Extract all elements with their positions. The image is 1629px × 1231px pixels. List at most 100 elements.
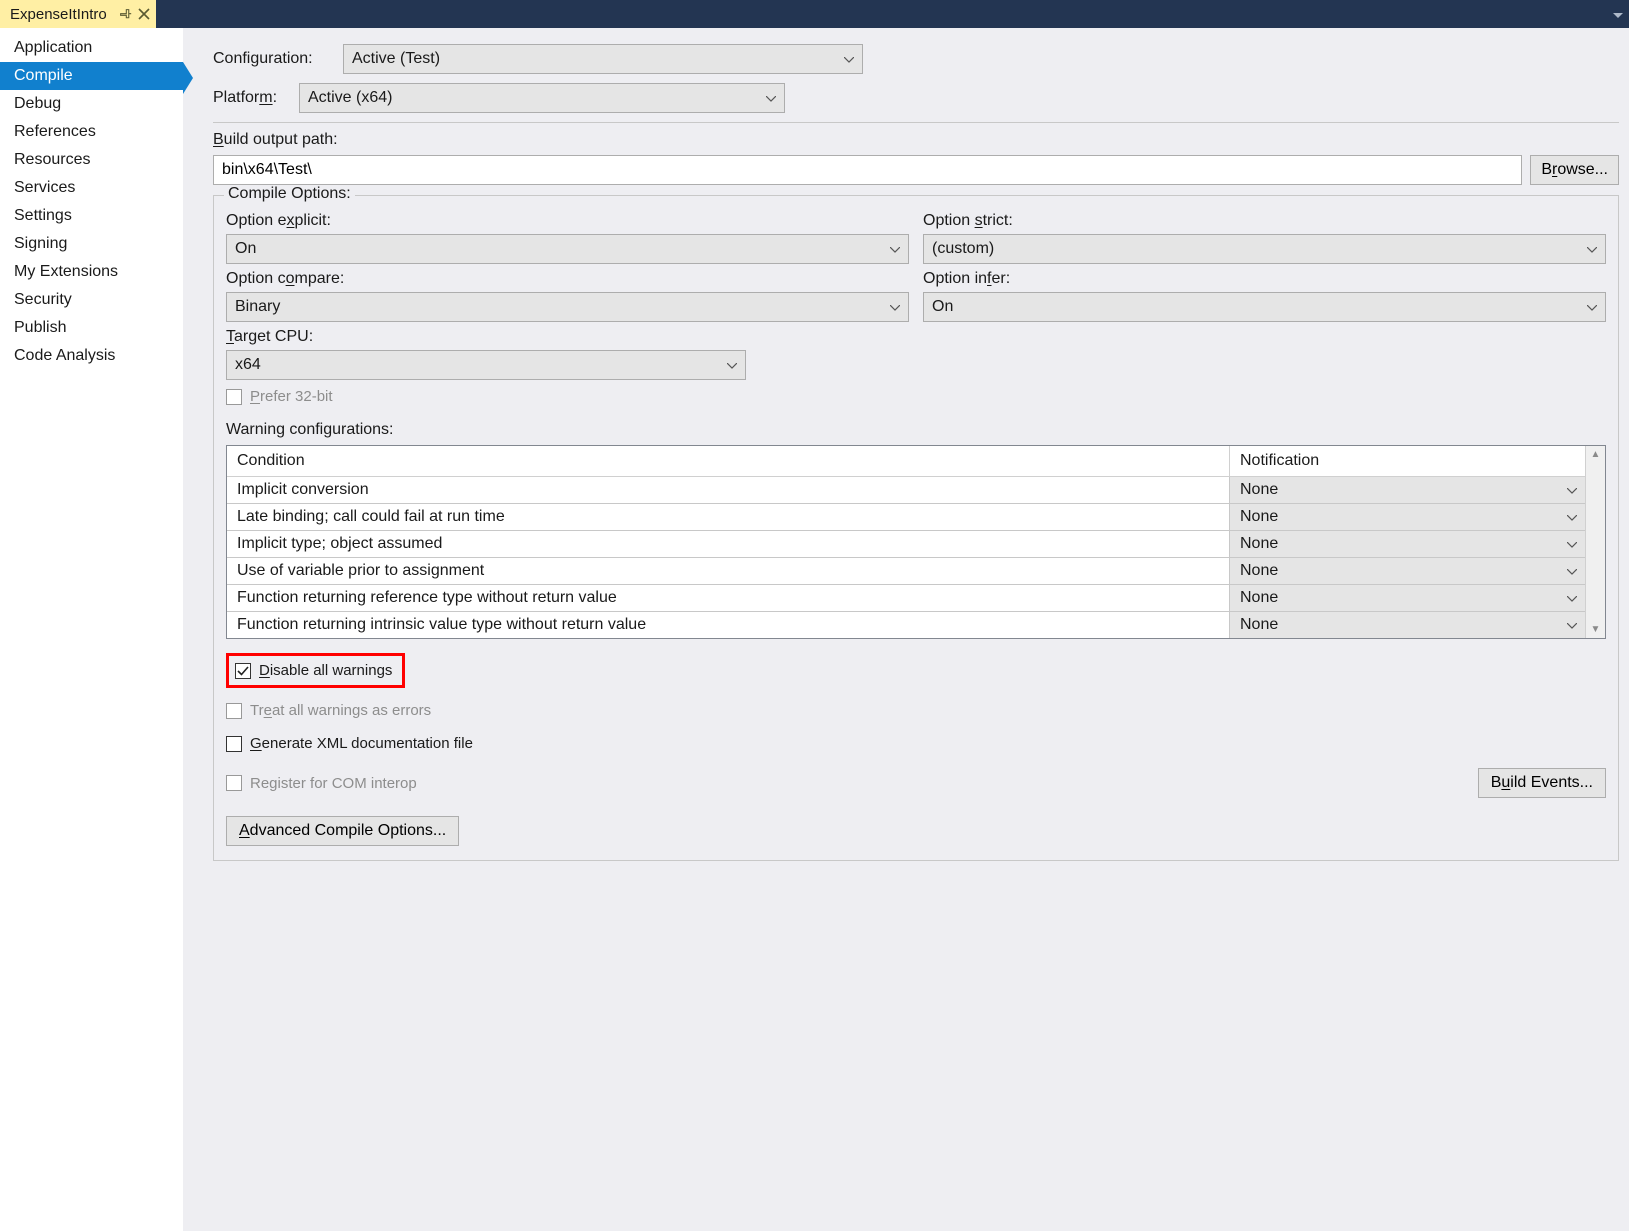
tab-title: ExpenseItIntro — [10, 6, 107, 23]
configuration-label: Configuration: — [213, 50, 343, 68]
close-icon[interactable] — [138, 8, 150, 20]
advanced-compile-options-button[interactable]: Advanced Compile Options... — [226, 816, 459, 846]
platform-label: Platform: — [213, 89, 299, 107]
table-row: Implicit conversion None — [227, 477, 1585, 504]
table-row: Function returning reference type withou… — [227, 585, 1585, 612]
sidebar-item-resources[interactable]: Resources — [0, 146, 183, 174]
col-notification[interactable]: Notification — [1230, 446, 1585, 476]
treat-warnings-errors-label: Treat all warnings as errors — [250, 702, 431, 719]
option-explicit-value: On — [235, 240, 256, 258]
warning-condition: Use of variable prior to assignment — [227, 558, 1230, 584]
configuration-value: Active (Test) — [352, 50, 440, 68]
col-condition[interactable]: Condition — [227, 446, 1230, 476]
register-com-checkbox — [226, 775, 242, 791]
warning-notification-value: None — [1240, 535, 1278, 553]
target-cpu-label: Target CPU: — [226, 328, 1606, 346]
generate-xml-doc-checkbox[interactable] — [226, 736, 242, 752]
warning-notification-value: None — [1240, 589, 1278, 607]
warning-notification-select[interactable]: None — [1230, 558, 1585, 584]
generate-xml-doc-label: Generate XML documentation file — [250, 735, 473, 752]
disable-all-warnings-highlight: Disable all warnings — [226, 653, 405, 688]
chevron-down-icon — [1567, 562, 1577, 580]
warning-condition: Late binding; call could fail at run tim… — [227, 504, 1230, 530]
disable-all-warnings-checkbox[interactable] — [235, 663, 251, 679]
chevron-down-icon — [1587, 298, 1597, 316]
configuration-select[interactable]: Active (Test) — [343, 44, 863, 74]
sidebar-item-services[interactable]: Services — [0, 174, 183, 202]
build-events-button[interactable]: Build Events... — [1478, 768, 1606, 798]
option-compare-label: Option compare: — [226, 270, 909, 288]
scroll-up-icon[interactable]: ▲ — [1591, 449, 1601, 460]
build-output-input[interactable] — [213, 155, 1522, 185]
warning-notification-value: None — [1240, 616, 1278, 634]
warning-condition: Implicit type; object assumed — [227, 531, 1230, 557]
chevron-down-icon — [1587, 240, 1597, 258]
chevron-down-icon — [1567, 589, 1577, 607]
compile-page: Configuration: Active (Test) Platform: A… — [183, 28, 1629, 1231]
chevron-down-icon — [890, 240, 900, 258]
sidebar-item-compile[interactable]: Compile — [0, 62, 183, 90]
warning-condition: Implicit conversion — [227, 477, 1230, 503]
warning-condition: Function returning intrinsic value type … — [227, 612, 1230, 638]
treat-warnings-errors-checkbox — [226, 703, 242, 719]
sidebar-item-application[interactable]: Application — [0, 34, 183, 62]
tab-dropdown-icon[interactable] — [1613, 6, 1623, 23]
warning-notification-value: None — [1240, 508, 1278, 526]
option-compare-value: Binary — [235, 298, 280, 316]
sidebar-item-security[interactable]: Security — [0, 286, 183, 314]
chevron-down-icon — [1567, 535, 1577, 553]
compile-options-legend: Compile Options: — [224, 185, 355, 203]
property-pages-sidebar: Application Compile Debug References Res… — [0, 28, 183, 1231]
warning-config-label: Warning configurations: — [226, 421, 1606, 439]
warning-notification-select[interactable]: None — [1230, 531, 1585, 557]
sidebar-item-publish[interactable]: Publish — [0, 314, 183, 342]
option-strict-label: Option strict: — [923, 212, 1606, 230]
option-infer-label: Option infer: — [923, 270, 1606, 288]
option-explicit-select[interactable]: On — [226, 234, 909, 264]
disable-all-warnings-label: Disable all warnings — [259, 662, 392, 679]
warning-condition: Function returning reference type withou… — [227, 585, 1230, 611]
compile-options-group: Compile Options: Option explicit: On Opt… — [213, 195, 1619, 861]
register-com-label: Register for COM interop — [250, 775, 417, 792]
browse-button[interactable]: Browse... — [1530, 155, 1619, 185]
table-scrollbar[interactable]: ▲ ▼ — [1585, 446, 1605, 638]
chevron-down-icon — [1567, 616, 1577, 634]
sidebar-item-references[interactable]: References — [0, 118, 183, 146]
warning-notification-value: None — [1240, 562, 1278, 580]
table-row: Use of variable prior to assignment None — [227, 558, 1585, 585]
chevron-down-icon — [766, 89, 776, 107]
warning-notification-select[interactable]: None — [1230, 504, 1585, 530]
table-row: Function returning intrinsic value type … — [227, 612, 1585, 638]
sidebar-item-myextensions[interactable]: My Extensions — [0, 258, 183, 286]
option-strict-value: (custom) — [932, 240, 994, 258]
build-output-label: Build output path: — [213, 131, 1619, 149]
chevron-down-icon — [727, 356, 737, 374]
sidebar-item-settings[interactable]: Settings — [0, 202, 183, 230]
chevron-down-icon — [844, 50, 854, 68]
sidebar-item-signing[interactable]: Signing — [0, 230, 183, 258]
scroll-down-icon[interactable]: ▼ — [1591, 624, 1601, 635]
target-cpu-select[interactable]: x64 — [226, 350, 746, 380]
warning-notification-select[interactable]: None — [1230, 612, 1585, 638]
option-infer-value: On — [932, 298, 953, 316]
platform-select[interactable]: Active (x64) — [299, 83, 785, 113]
prefer-32bit-label: Prefer 32-bit — [250, 388, 333, 405]
warning-notification-select[interactable]: None — [1230, 477, 1585, 503]
pin-icon[interactable] — [119, 8, 132, 21]
sidebar-item-debug[interactable]: Debug — [0, 90, 183, 118]
option-compare-select[interactable]: Binary — [226, 292, 909, 322]
prefer-32bit-checkbox — [226, 389, 242, 405]
warning-table: Condition Notification Implicit conversi… — [226, 445, 1606, 639]
document-tab-bar: ExpenseItIntro — [0, 0, 1629, 28]
platform-value: Active (x64) — [308, 89, 392, 107]
option-strict-select[interactable]: (custom) — [923, 234, 1606, 264]
chevron-down-icon — [1567, 508, 1577, 526]
sidebar-item-codeanalysis[interactable]: Code Analysis — [0, 342, 183, 370]
option-infer-select[interactable]: On — [923, 292, 1606, 322]
warning-notification-value: None — [1240, 481, 1278, 499]
warning-notification-select[interactable]: None — [1230, 585, 1585, 611]
chevron-down-icon — [1567, 481, 1577, 499]
table-row: Late binding; call could fail at run tim… — [227, 504, 1585, 531]
option-explicit-label: Option explicit: — [226, 212, 909, 230]
active-tab[interactable]: ExpenseItIntro — [0, 0, 156, 28]
